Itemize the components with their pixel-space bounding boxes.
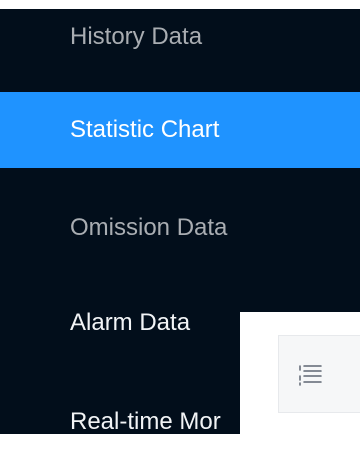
menu-toggle-button[interactable] (278, 335, 360, 413)
sidebar-item-label: Alarm Data (70, 309, 191, 336)
sidebar-item-label: Omission Data (70, 214, 228, 241)
sidebar-item-label: History Data (70, 23, 203, 50)
sidebar-item-label: Statistic Chart (70, 116, 220, 143)
sidebar-item-omission-data[interactable]: Omission Data (0, 190, 360, 266)
sidebar-item-history-data[interactable]: History Data (0, 0, 360, 75)
list-icon (297, 361, 323, 387)
sidebar-item-label: Real-time Mor (70, 408, 221, 435)
sidebar-item-statistic-chart[interactable]: Statistic Chart (0, 92, 360, 168)
